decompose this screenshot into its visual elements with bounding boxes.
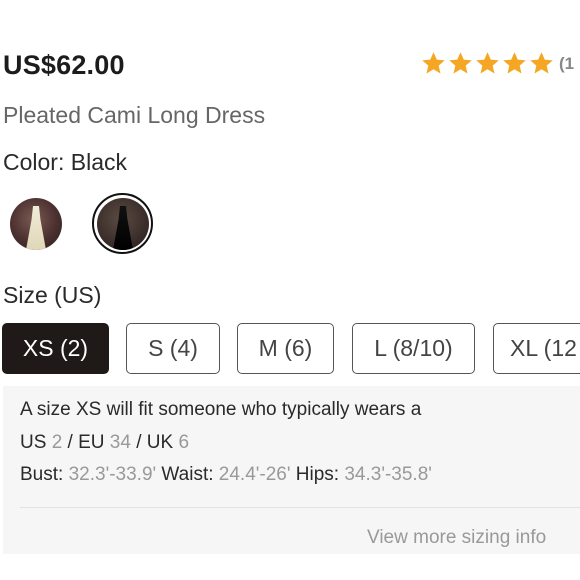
size-fit-info-panel: A size XS will fit someone who typically… (3, 386, 580, 554)
size-option-xl[interactable]: XL (12 (493, 323, 580, 374)
rating-count: (1 (559, 53, 575, 73)
us-value: 2 (51, 432, 63, 453)
star-icon (420, 50, 447, 77)
waist-label: Waist: (161, 464, 214, 485)
star-icon (474, 50, 501, 77)
size-option-s[interactable]: S (4) (126, 323, 220, 374)
waist-value: 24.4'-26' (218, 464, 291, 485)
hips-value: 34.3'-35.8' (344, 464, 432, 485)
eu-value: 34 (109, 432, 131, 453)
bust-value: 32.3'-33.9' (68, 464, 157, 485)
product-title: Pleated Cami Long Dress (3, 102, 266, 128)
bust-label: Bust: (20, 464, 64, 485)
divider (20, 507, 580, 508)
size-option-l[interactable]: L (8/10) (352, 323, 475, 374)
us-label: US (20, 432, 47, 453)
product-price: US$62.00 (3, 50, 125, 80)
size-option-xs[interactable]: XS (2) (2, 323, 109, 374)
color-swatch-white[interactable] (10, 198, 62, 250)
color-swatch-black[interactable] (97, 198, 149, 250)
color-label: Color: (3, 149, 65, 175)
star-icon (501, 50, 528, 77)
view-more-sizing-link[interactable]: View more sizing info (367, 527, 546, 549)
color-value: Black (70, 149, 127, 175)
fit-intro: A size XS will fit someone who typically… (20, 399, 422, 420)
uk-label: / UK (136, 432, 174, 453)
star-icon (447, 50, 474, 77)
product-rating[interactable]: (1 (420, 50, 574, 77)
hips-label: Hips: (295, 464, 340, 485)
color-line: Color: Black (3, 149, 127, 176)
dress-thumbnail (113, 206, 133, 250)
size-label: Size (US) (3, 282, 102, 308)
dress-thumbnail (26, 206, 46, 250)
uk-value: 6 (178, 432, 190, 453)
size-conversion: US 2 / EU 34 / UK 6 (20, 432, 189, 454)
eu-label: / EU (67, 432, 105, 453)
star-icon (528, 50, 555, 77)
body-measurements: Bust: 32.3'-33.9' Waist: 24.4'-26' Hips:… (20, 464, 432, 486)
size-option-m[interactable]: M (6) (237, 323, 334, 374)
